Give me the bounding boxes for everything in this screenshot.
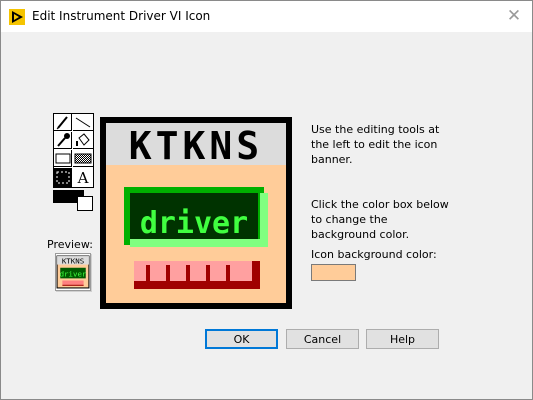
line-tool[interactable]: [73, 114, 93, 131]
preview-body: driver: [60, 269, 87, 278]
icon-preview: KTKNS driver: [55, 253, 91, 291]
filled-rectangle-icon: [74, 153, 92, 164]
line-icon: [75, 117, 91, 128]
preview-label: Preview:: [47, 238, 93, 251]
dropper-icon: [57, 133, 70, 147]
color-help-text: Click the color box below to change the …: [311, 198, 449, 241]
icon-banner-text: KTKNS: [129, 124, 263, 168]
ok-button[interactable]: OK: [205, 329, 278, 349]
select-tool[interactable]: [54, 168, 72, 187]
text-tool[interactable]: A: [73, 168, 93, 187]
dialog-window: Edit Instrument Driver VI Icon ✕ A Previ…: [0, 0, 533, 400]
preview-banner: KTKNS: [62, 257, 84, 266]
labview-app-icon: [9, 9, 25, 25]
title-bar: Edit Instrument Driver VI Icon ✕: [1, 1, 532, 32]
icon-body-text: driver: [140, 206, 248, 241]
icon-editor-canvas[interactable]: KTKNS driver: [100, 117, 292, 309]
help-button[interactable]: Help: [366, 329, 439, 349]
pencil-icon: [56, 116, 68, 130]
fill-icon: [76, 133, 90, 146]
close-icon: ✕: [506, 6, 522, 26]
window-title: Edit Instrument Driver VI Icon: [32, 9, 211, 23]
pencil-tool[interactable]: [54, 114, 72, 131]
cancel-button[interactable]: Cancel: [286, 329, 359, 349]
fill-tool[interactable]: [73, 132, 93, 149]
background-color-label: Icon background color:: [311, 248, 437, 261]
filled-rectangle-tool[interactable]: [73, 150, 93, 167]
background-color-swatch[interactable]: [77, 196, 93, 211]
preview-icon: KTKNS driver: [56, 255, 90, 289]
icon-canvas-drawing: KTKNS driver: [100, 117, 292, 309]
tool-palette: A: [53, 113, 94, 188]
background-color-picker[interactable]: [311, 264, 356, 281]
rectangle-icon: [55, 153, 71, 164]
text-icon: A: [77, 168, 89, 187]
close-button[interactable]: ✕: [499, 5, 529, 27]
banner-help-text: Use the editing tools at the left to edi…: [311, 123, 440, 166]
rectangle-tool[interactable]: [54, 150, 72, 167]
dropper-tool[interactable]: [54, 132, 72, 149]
select-icon: [56, 171, 70, 184]
